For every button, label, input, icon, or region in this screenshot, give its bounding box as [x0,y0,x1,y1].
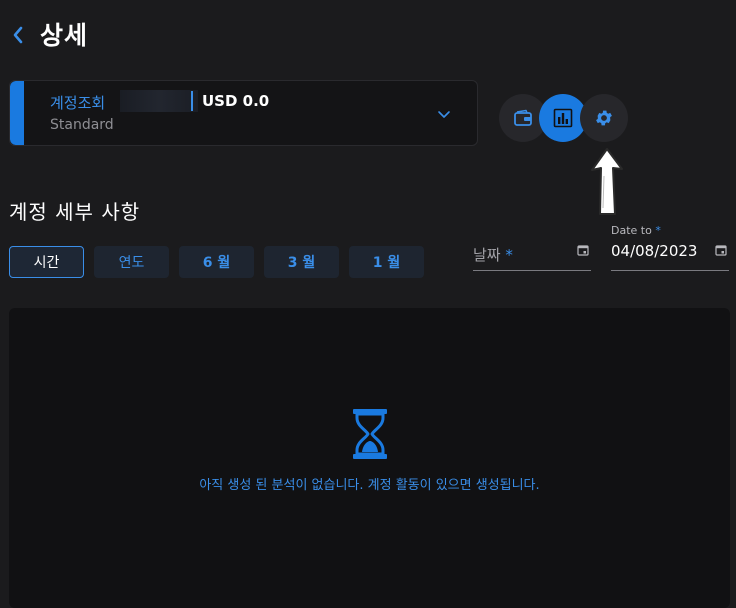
chevron-down-icon[interactable] [436,109,452,121]
date-to-field[interactable]: Date to * 04/08/2023 [611,222,729,271]
section-title: 계정 세부 사항 [9,200,141,224]
date-to-value: 04/08/2023 [611,242,698,260]
account-number-mask [120,90,198,112]
bar-chart-icon [553,108,573,128]
date-from-placeholder: 날짜 * [473,246,513,264]
hourglass-icon [353,409,387,459]
period-tab-6-months[interactable]: 6 월 [179,246,254,278]
account-divider [191,91,193,111]
header: 상세 [0,0,736,66]
account-type: Standard [50,117,114,133]
annotation-arrow [591,148,623,215]
account-selector[interactable]: 계정조회 USD 0.0 Standard [9,80,478,146]
period-tab-3-months[interactable]: 3 월 [264,246,339,278]
account-name: 계정조회 [50,94,106,112]
period-tab-all[interactable]: 시간 [9,246,84,278]
empty-state-message: 아직 생성 된 분석이 없습니다. 계정 활동이 있으면 생성됩니다. [199,478,540,493]
analytics-panel: 아직 생성 된 분석이 없습니다. 계정 활동이 있으면 생성됩니다. [9,308,730,608]
gear-icon [596,110,612,126]
date-from-field[interactable]: 날짜 * [473,222,591,271]
period-tab-1-month[interactable]: 1 월 [349,246,424,278]
account-accent-bar [10,81,24,145]
wallet-icon [514,109,532,126]
settings-button[interactable] [580,94,628,142]
date-to-label: Date to * [611,224,661,237]
calendar-icon[interactable] [577,244,589,256]
calendar-icon[interactable] [715,244,727,256]
back-button[interactable] [8,22,28,48]
period-tab-year[interactable]: 연도 [94,246,169,278]
page-title: 상세 [40,21,89,50]
account-balance: USD 0.0 [202,92,270,110]
chevron-left-icon [13,26,23,44]
